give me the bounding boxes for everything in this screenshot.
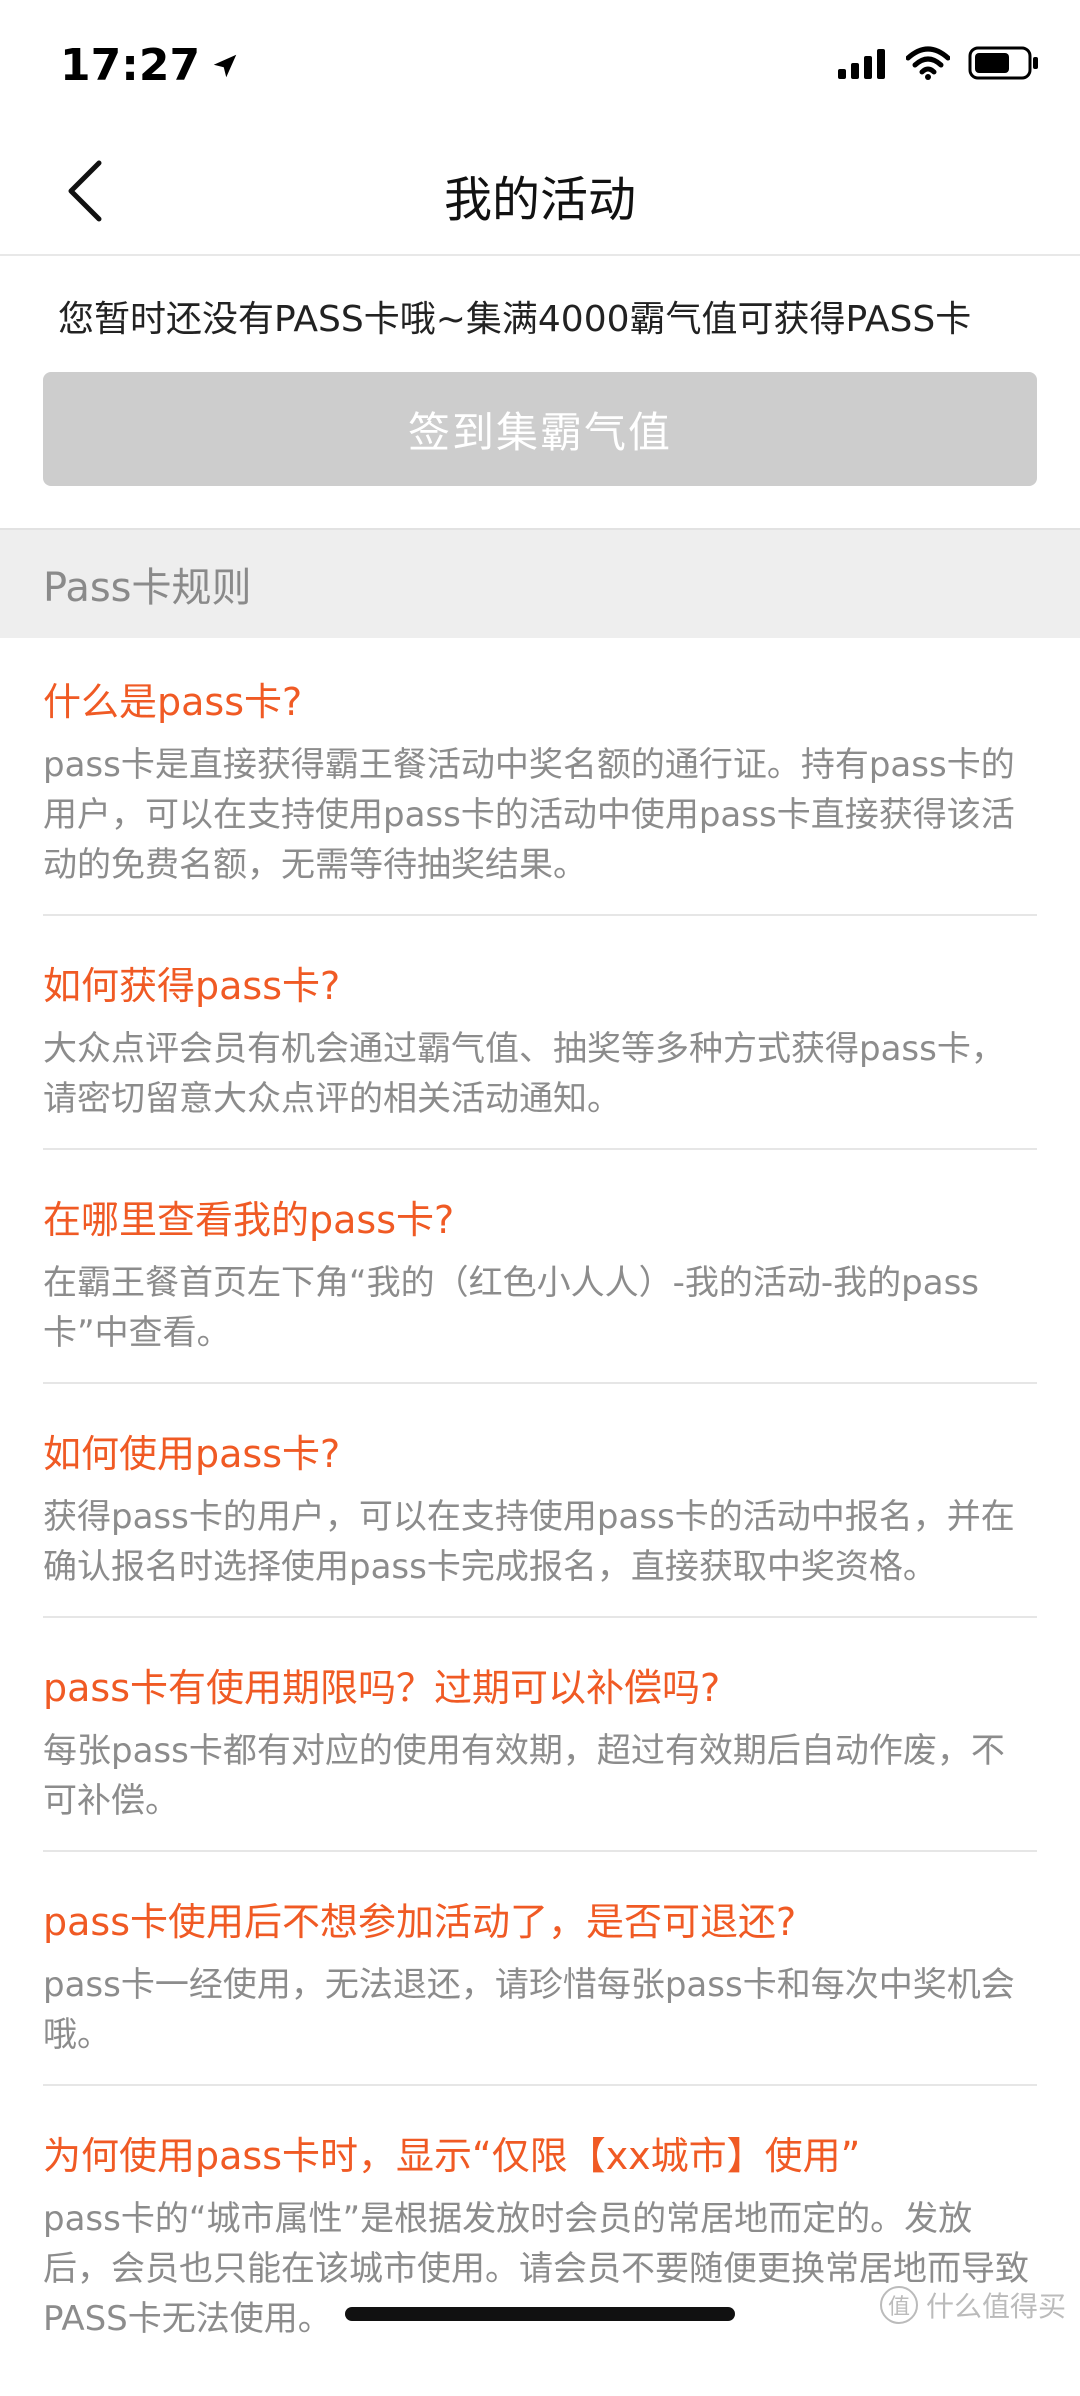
faq-answer: 获得pass卡的用户，可以在支持使用pass卡的活动中报名，并在确认报名时选择使… [43,1497,1015,1587]
faq-question: pass卡使用后不想参加活动了，是否可退还? [43,1900,797,1944]
status-time-text: 17:27 [60,40,201,91]
watermark-text: 什么值得买 [925,2290,1066,2323]
faq-answer: 大众点评会员有机会通过霸气值、抽奖等多种方式获得pass卡，请密切留意大众点评的… [43,1029,1005,1119]
faq-item: pass卡使用后不想参加活动了，是否可退还? pass卡一经使用，无法退还，请珍… [43,1880,1037,2086]
checkin-button[interactable]: 签到集霸气值 [43,372,1037,486]
location-arrow-icon [213,54,237,77]
battery-icon [968,46,1038,80]
page-title: 我的活动 [443,172,636,228]
status-icons [838,46,1040,80]
signal-icon [838,49,885,79]
faq-list: 什么是pass卡? pass卡是直接获得霸王餐活动中奖名额的通行证。持有pass… [43,660,1037,2396]
faq-item: 为何使用pass卡时，显示“仅限【xx城市】使用” pass卡的“城市属性”是根… [43,2114,1037,2368]
faq-item: 什么是pass卡? pass卡是直接获得霸王餐活动中奖名额的通行证。持有pass… [43,660,1037,916]
faq-answer: 每张pass卡都有对应的使用有效期，超过有效期后自动作废，不可补偿。 [43,1731,1005,1821]
status-time: 17:27 [60,40,240,91]
rules-section-header: Pass卡规则 [0,528,1080,638]
faq-question: 如何使用pass卡? [43,1432,341,1476]
faq-question: pass卡有使用期限吗？过期可以补偿吗? [43,1666,721,1710]
faq-question: 如何获得pass卡? [43,964,341,1008]
watermark-logo-icon: 值 [879,2286,918,2324]
faq-answer: 在霸王餐首页左下角“我的（红色小人人）-我的活动-我的pass卡”中查看。 [43,1263,979,1353]
status-bar: 17:27 [0,0,1080,130]
faq-item: 如何获得pass卡? 大众点评会员有机会通过霸气值、抽奖等多种方式获得pass卡… [43,944,1037,1150]
faq-answer: pass卡一经使用，无法退还，请珍惜每张pass卡和每次中奖机会哦。 [43,1965,1015,2055]
watermark: 值 什么值得买 [879,2285,1066,2325]
wifi-icon [906,46,950,80]
faq-item: 在哪里查看我的pass卡? 在霸王餐首页左下角“我的（红色小人人）-我的活动-我… [43,1178,1037,1384]
faq-item: pass卡有使用期限吗？过期可以补偿吗? 每张pass卡都有对应的使用有效期，超… [43,1646,1037,1852]
faq-question: 什么是pass卡? [43,680,303,724]
home-indicator[interactable] [345,2307,735,2321]
faq-answer: pass卡是直接获得霸王餐活动中奖名额的通行证。持有pass卡的用户，可以在支持… [43,745,1015,885]
faq-question: 在哪里查看我的pass卡? [43,1198,455,1242]
nav-header: 我的活动 [0,130,1080,256]
pass-card-notice: 您暂时还没有PASS卡哦~集满4000霸气值可获得PASS卡 [58,299,972,340]
faq-question: 为何使用pass卡时，显示“仅限【xx城市】使用” [43,2134,861,2178]
faq-item: 如何使用pass卡? 获得pass卡的用户，可以在支持使用pass卡的活动中报名… [43,1412,1037,1618]
